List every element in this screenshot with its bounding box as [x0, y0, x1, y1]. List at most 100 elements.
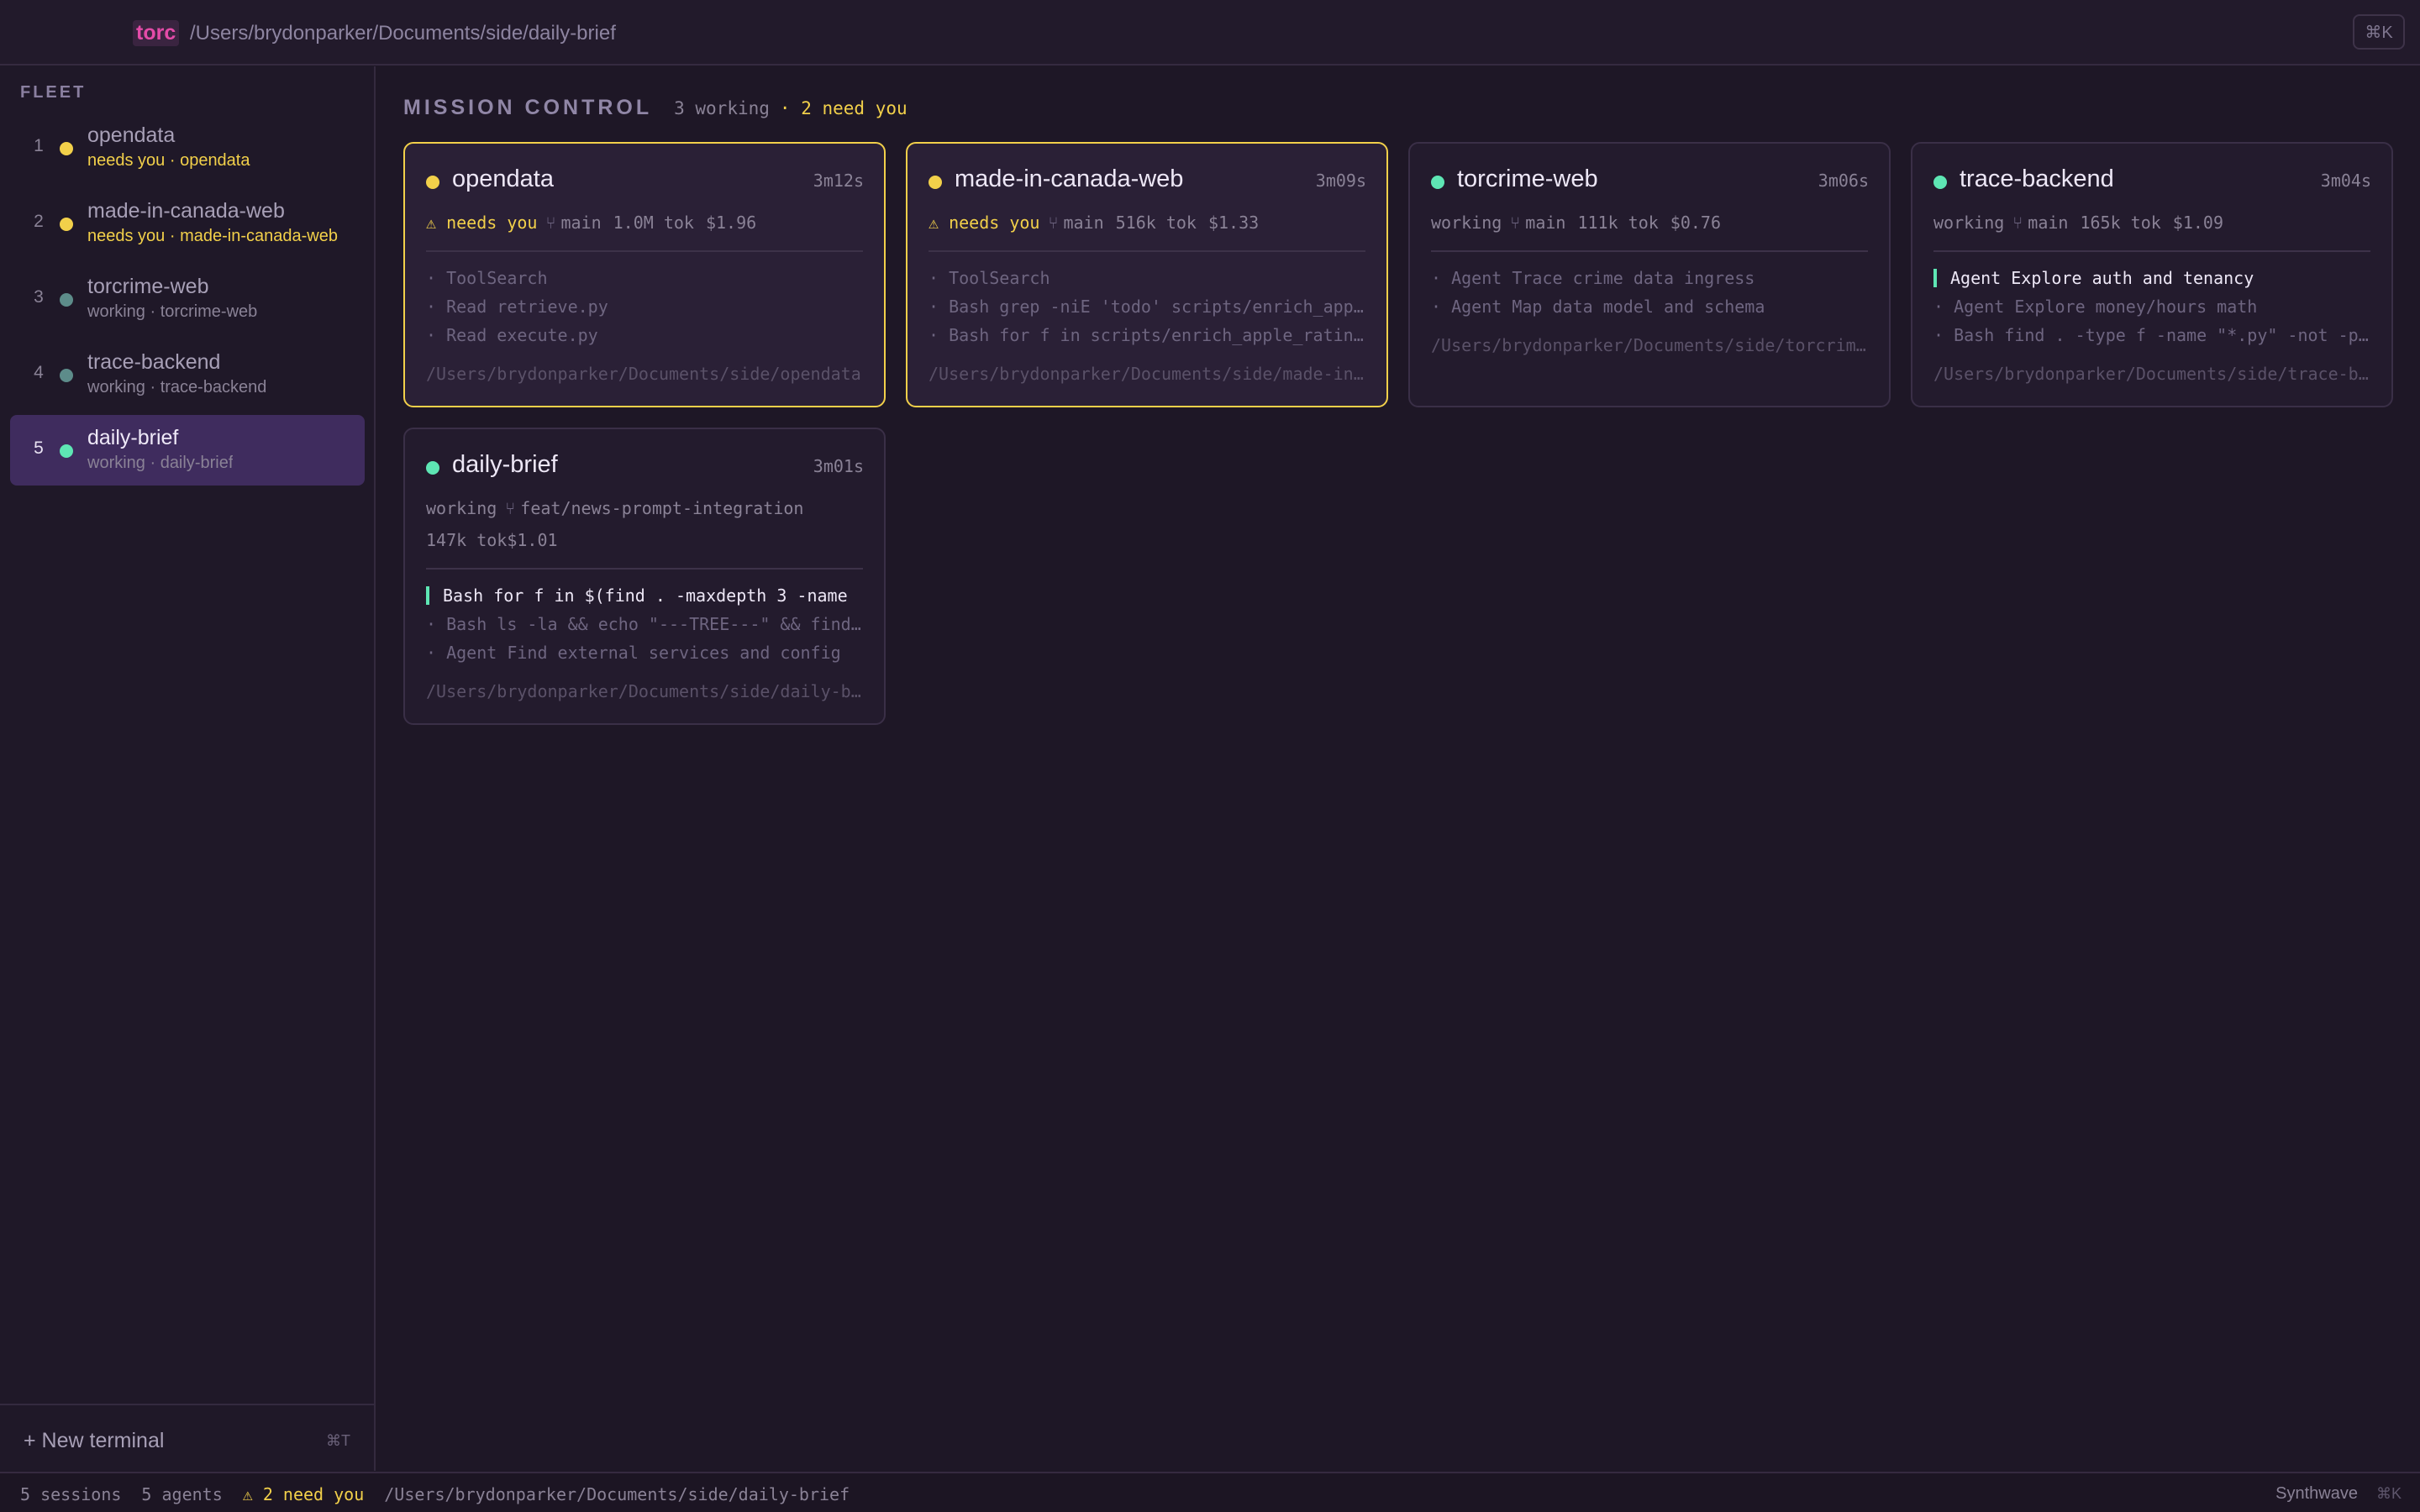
token-count: 1.0M tok [613, 213, 694, 233]
new-terminal-button[interactable]: + New terminal ⌘T [0, 1404, 374, 1471]
active-activity-text: Agent Explore auth and tenancy [1950, 268, 2254, 288]
status-bar: 5 sessions 5 agents ⚠ 2 need you/Users/bry… [0, 1472, 2420, 1512]
item-name: trace-backend [87, 350, 221, 374]
git-branch-icon: ⑂ [2012, 213, 2023, 233]
session-card-opendata[interactable]: opendata 3m12s ⚠ needs you ⑂ main 1.0M tok $… [403, 142, 886, 407]
card-path: /Users/brydonparker/Documents/side/daily… [426, 681, 862, 701]
fleet-heading: FLEET [20, 83, 87, 102]
new-terminal-label: + New terminal [24, 1429, 165, 1452]
command-palette-button[interactable]: ⌘K [2353, 14, 2405, 50]
item-name: torcrime-web [87, 275, 209, 298]
item-name: opendata [87, 123, 176, 147]
branch-name: main [2028, 213, 2069, 233]
card-meta: working ⑂ main 111k tok $0.76 [1431, 213, 1721, 233]
status-text: working [426, 498, 497, 518]
card-title: daily-brief [452, 451, 558, 478]
activity-line: · Agent Find external services and confi… [426, 643, 841, 663]
mission-control-header: MISSION CONTROL 3 working · 2 need you [403, 96, 908, 120]
item-name: made-in-canada-web [87, 199, 285, 223]
activity-line: · Bash ls -la && echo "---TREE---" && fi… [426, 614, 862, 634]
card-meta: working ⑂ feat/news-prompt-integration [426, 498, 803, 518]
item-status: needs you · opendata [87, 151, 250, 170]
status-dot-icon [426, 461, 439, 475]
active-activity-text: Bash for f in $(find . -maxdepth 3 -name [443, 585, 848, 606]
cost: $1.01 [507, 530, 558, 550]
elapsed-time: 3m01s [813, 456, 864, 476]
activity-line: · ToolSearch [929, 268, 1050, 288]
card-path: /Users/brydonparker/Documents/side/opend… [426, 364, 861, 384]
card-divider [929, 250, 1365, 252]
item-number: 5 [34, 438, 44, 458]
activity-line: · ToolSearch [426, 268, 548, 288]
app-brand: torc [133, 20, 180, 46]
sidebar-item-trace-backend[interactable]: 4 trace-backend working · trace-backend [10, 339, 365, 410]
sidebar-item-opendata[interactable]: 1 opendata needs you · opendata [10, 113, 365, 183]
cost: $0.76 [1670, 213, 1722, 233]
theme-selector[interactable]: Synthwave [2275, 1484, 2358, 1503]
card-divider [1431, 250, 1868, 252]
card-title: trace-backend [1960, 165, 2114, 192]
active-indicator [1933, 269, 1937, 287]
activity-line: · Bash find . -type f -name "*.py" -not … [1933, 325, 2370, 345]
item-status: working · torcrime-web [87, 302, 258, 321]
card-meta-usage: 147k tok$1.01 [426, 530, 558, 550]
activity-line: · Bash for f in scripts/enrich_apple_rat… [929, 325, 1365, 345]
session-card-trace-backend[interactable]: trace-backend 3m04s working ⑂ main 165k tok… [1911, 142, 2393, 407]
card-divider [1933, 250, 2370, 252]
card-title: opendata [452, 165, 554, 192]
card-divider [426, 568, 863, 570]
cost: $1.33 [1207, 213, 1260, 233]
activity-line: · Agent Trace crime data ingress [1431, 268, 1755, 288]
status-dot-icon [60, 369, 73, 382]
active-indicator [426, 586, 429, 605]
branch-name: main [1063, 213, 1104, 233]
elapsed-time: 3m06s [1818, 171, 1869, 191]
activity-line: · Read retrieve.py [426, 297, 608, 317]
fleet-sidebar: FLEET 1 opendata needs you · opendata 2 … [0, 66, 376, 1471]
cost: $1.96 [705, 213, 757, 233]
item-number: 3 [34, 287, 44, 307]
token-count: 516k tok [1115, 213, 1197, 233]
session-count: 5 sessions [20, 1484, 122, 1504]
command-shortcut: ⌘K [2375, 1485, 2402, 1502]
status-summary: 5 sessions 5 agents ⚠ 2 need you/Users/bry… [20, 1484, 870, 1504]
elapsed-time: 3m04s [2320, 171, 2371, 191]
git-branch-icon: ⑂ [1048, 213, 1059, 233]
branch-name: feat/news-prompt-integration [520, 498, 804, 518]
sidebar-item-made-in-canada-web[interactable]: 2 made-in-canada-web needs you · made-in… [10, 188, 365, 259]
session-card-torcrime-web[interactable]: torcrime-web 3m06s working ⑂ main 111k tok $… [1408, 142, 1891, 407]
page-title: MISSION CONTROL [403, 96, 653, 119]
card-path: /Users/brydonparker/Documents/side/trace… [1933, 364, 2370, 384]
current-path: /Users/brydonparker/Documents/side/daily… [190, 22, 616, 45]
session-card-made-in-canada-web[interactable]: made-in-canada-web 3m09s ⚠ needs you ⑂ mai… [906, 142, 1388, 407]
git-branch-icon: ⑂ [545, 213, 556, 233]
git-branch-icon: ⑂ [1510, 213, 1521, 233]
status-dot-icon [60, 218, 73, 231]
sidebar-item-torcrime-web[interactable]: 3 torcrime-web working · torcrime-web [10, 264, 365, 334]
session-card-daily-brief[interactable]: daily-brief 3m01s working ⑂ feat/news-prom… [403, 428, 886, 725]
needs-you-badge: ⚠ needs you [929, 213, 1040, 233]
item-name: daily-brief [87, 426, 179, 449]
sidebar-item-daily-brief[interactable]: 5 daily-brief working · daily-brief [10, 415, 365, 486]
item-number: 1 [34, 136, 44, 155]
item-status: working · daily-brief [87, 454, 234, 472]
cost: $1.09 [2172, 213, 2224, 233]
status-path: /Users/brydonparker/Documents/side/daily… [384, 1484, 850, 1504]
status-dot-icon [1431, 176, 1444, 189]
git-branch-icon: ⑂ [505, 498, 516, 518]
card-title: made-in-canada-web [955, 165, 1184, 192]
token-count: 165k tok [2080, 213, 2161, 233]
status-right: Synthwave ⌘K [2275, 1484, 2402, 1504]
card-path: /Users/brydonparker/Documents/side/torcr… [1431, 335, 1867, 355]
activity-line: · Read execute.py [426, 325, 598, 345]
card-meta: ⚠ needs you ⑂ main 1.0M tok $1.96 [426, 213, 756, 233]
activity-line: · Agent Map data model and schema [1431, 297, 1765, 317]
status-dot-icon [60, 444, 73, 458]
status-text: working [1933, 213, 2005, 233]
card-title: torcrime-web [1457, 165, 1598, 192]
branch-name: main [1525, 213, 1566, 233]
status-dot-icon [60, 142, 73, 155]
new-terminal-shortcut: ⌘T [326, 1432, 350, 1449]
working-count: 3 working [674, 98, 770, 118]
top-bar: torc /Users/brydonparker/Documents/side/… [0, 0, 2420, 66]
